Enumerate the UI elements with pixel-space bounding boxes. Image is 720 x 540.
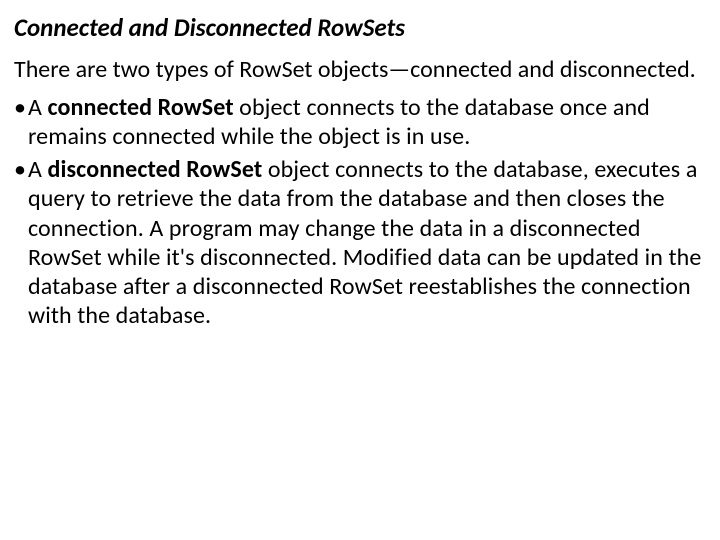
intro-paragraph: There are two types of RowSet objects—co… [14,55,706,84]
item-prefix: A [28,93,48,122]
bullet-list: A connected RowSet object connects to th… [14,93,706,331]
list-item: A connected RowSet object connects to th… [14,93,706,152]
item-prefix: A [28,155,48,184]
item-bold-term: connected RowSet [48,93,234,122]
item-bold-term: disconnected RowSet [48,155,263,184]
list-item: A disconnected RowSet object connects to… [14,155,706,331]
section-heading: Connected and Disconnected RowSets [14,12,706,43]
